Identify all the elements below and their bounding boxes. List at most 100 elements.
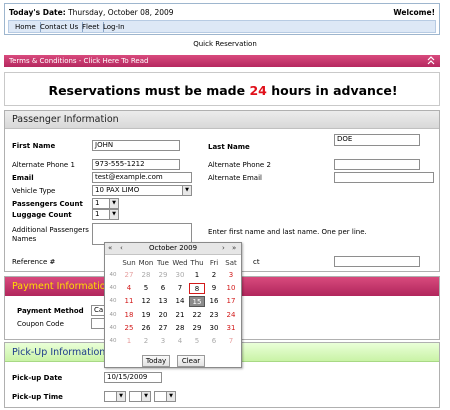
notice-suffix: hours in advance! [266, 83, 398, 98]
additional-passengers-hint: Enter first name and last name. One per … [208, 228, 367, 236]
nav-log-in[interactable]: Log-In [99, 22, 129, 32]
calendar-day[interactable]: 8 [189, 283, 205, 295]
calendar-day[interactable]: 19 [138, 310, 154, 321]
calendar-day[interactable]: 30 [206, 323, 222, 334]
calendar-day[interactable]: 21 [172, 310, 188, 321]
calendar-day-header: Wed [172, 259, 188, 267]
calendar-day[interactable]: 1 [189, 270, 205, 281]
email-input[interactable]: test@example.com [92, 172, 192, 183]
luggage-count-select[interactable]: 1 ▼ [92, 209, 119, 220]
calendar-day-header: Fri [209, 259, 219, 267]
calendar-day[interactable]: 7 [172, 283, 188, 294]
pickup-minute-select[interactable]: ▼ [129, 391, 151, 402]
calendar-day[interactable]: 6 [206, 336, 222, 347]
calendar-week-marker: 40 [109, 338, 117, 344]
calendar-week-marker: 40 [109, 272, 117, 278]
payment-method-label: Payment Method [17, 307, 84, 315]
luggage-count-value: 1 [95, 210, 100, 218]
vehicle-type-label: Vehicle Type [12, 187, 56, 195]
chevron-up-icon[interactable] [427, 55, 435, 67]
passengers-count-value: 1 [95, 199, 100, 207]
alt-phone1-input[interactable]: 973-555-1212 [92, 159, 180, 170]
calendar-day[interactable]: 30 [172, 270, 188, 281]
coupon-code-label: Coupon Code [17, 320, 64, 328]
calendar-day[interactable]: 4 [121, 283, 137, 294]
passenger-header: Passenger Information [5, 111, 439, 129]
calendar-day[interactable]: 22 [189, 310, 205, 321]
notice-prefix: Reservations must be made [48, 83, 250, 98]
calendar-day[interactable]: 29 [155, 270, 171, 281]
date-label: Today's Date: [9, 8, 66, 17]
payment-title: Payment Information [12, 281, 112, 292]
terms-bar[interactable]: Terms & Conditions - Click Here To Read [4, 55, 440, 67]
last-name-input[interactable]: DOE [334, 134, 420, 146]
calendar-day[interactable]: 12 [138, 296, 154, 307]
first-name-input[interactable]: JOHN [92, 140, 180, 151]
calendar-day[interactable]: 25 [121, 323, 137, 334]
contact-input[interactable] [334, 256, 420, 267]
calendar-day[interactable]: 1 [121, 336, 137, 347]
passengers-count-select[interactable]: 1 ▼ [92, 198, 119, 209]
calendar-day[interactable]: 11 [121, 296, 137, 307]
calendar-day[interactable]: 5 [138, 283, 154, 294]
terms-link[interactable]: Terms & Conditions - Click Here To Read [9, 56, 148, 66]
welcome-text: Welcome! [393, 8, 435, 17]
calendar-day-header: Sun [122, 259, 136, 267]
last-name-label: Last Name [208, 143, 250, 151]
calendar-day[interactable]: 20 [155, 310, 171, 321]
calendar-day[interactable]: 29 [189, 323, 205, 334]
calendar-day[interactable]: 9 [206, 283, 222, 294]
chevron-down-icon[interactable]: ▼ [109, 210, 118, 219]
calendar-day[interactable]: 27 [121, 270, 137, 281]
chevron-down-icon[interactable]: ▼ [116, 392, 125, 401]
calendar-day[interactable]: 10 [223, 283, 239, 294]
calendar-day[interactable]: 16 [206, 296, 222, 307]
calendar-day[interactable]: 3 [155, 336, 171, 347]
calendar-day[interactable]: 2 [138, 336, 154, 347]
calendar-day[interactable]: 24 [223, 310, 239, 321]
alt-email-input[interactable] [334, 172, 434, 183]
additional-passengers-label: Additional Passengers Names [12, 226, 89, 243]
calendar-day[interactable]: 17 [223, 296, 239, 307]
calendar-day[interactable]: 5 [189, 336, 205, 347]
chevron-down-icon[interactable]: ▼ [141, 392, 150, 401]
calendar-day[interactable]: 6 [155, 283, 171, 294]
alt-phone2-input[interactable] [334, 159, 420, 170]
vehicle-type-select[interactable]: 10 PAX LIMO ▼ [92, 185, 192, 196]
chevron-down-icon[interactable]: ▼ [182, 186, 191, 195]
pickup-date-label: Pick-up Date [12, 374, 63, 382]
calendar-day[interactable]: 15 [189, 296, 205, 308]
calendar-day[interactable]: 14 [172, 296, 188, 307]
calendar-week-marker: 40 [109, 298, 117, 305]
calendar-week-marker: 40 [109, 324, 117, 331]
calendar-day[interactable]: 2 [206, 270, 222, 281]
calendar-day[interactable]: 28 [138, 270, 154, 281]
notice-hours: 24 [249, 83, 267, 98]
calendar-day[interactable]: 28 [172, 323, 188, 334]
pickup-date-input[interactable]: 10/15/2009 [104, 372, 162, 383]
calendar-day[interactable]: 27 [155, 323, 171, 334]
calendar-header: « ‹ October 2009 › » [105, 243, 241, 255]
calendar-day[interactable]: 26 [138, 323, 154, 334]
calendar-day-header: Sat [225, 259, 237, 267]
calendar-day[interactable]: 7 [223, 336, 239, 347]
next-year-button[interactable]: » [232, 244, 236, 252]
chevron-down-icon[interactable]: ▼ [109, 199, 118, 208]
calendar-day[interactable]: 31 [223, 323, 239, 334]
calendar-week-marker: 40 [109, 311, 117, 318]
alt-email-label: Alternate Email [208, 174, 262, 182]
calendar-day[interactable]: 13 [155, 296, 171, 307]
nav-contact-us[interactable]: Contact Us [36, 22, 84, 32]
pickup-ampm-select[interactable]: ▼ [154, 391, 176, 402]
chevron-down-icon[interactable]: ▼ [166, 392, 175, 401]
next-month-button[interactable]: › [222, 244, 225, 252]
calendar-month-title: October 2009 [148, 244, 198, 252]
calendar-day[interactable]: 4 [172, 336, 188, 347]
today-button[interactable]: Today [142, 355, 170, 367]
pickup-hour-select[interactable]: ▼ [104, 391, 126, 402]
clear-button[interactable]: Clear [177, 355, 205, 367]
calendar-day[interactable]: 3 [223, 270, 239, 281]
calendar-day[interactable]: 23 [206, 310, 222, 321]
calendar-day[interactable]: 18 [121, 310, 137, 321]
notice-box: Reservations must be made 24 hours in ad… [4, 72, 440, 106]
